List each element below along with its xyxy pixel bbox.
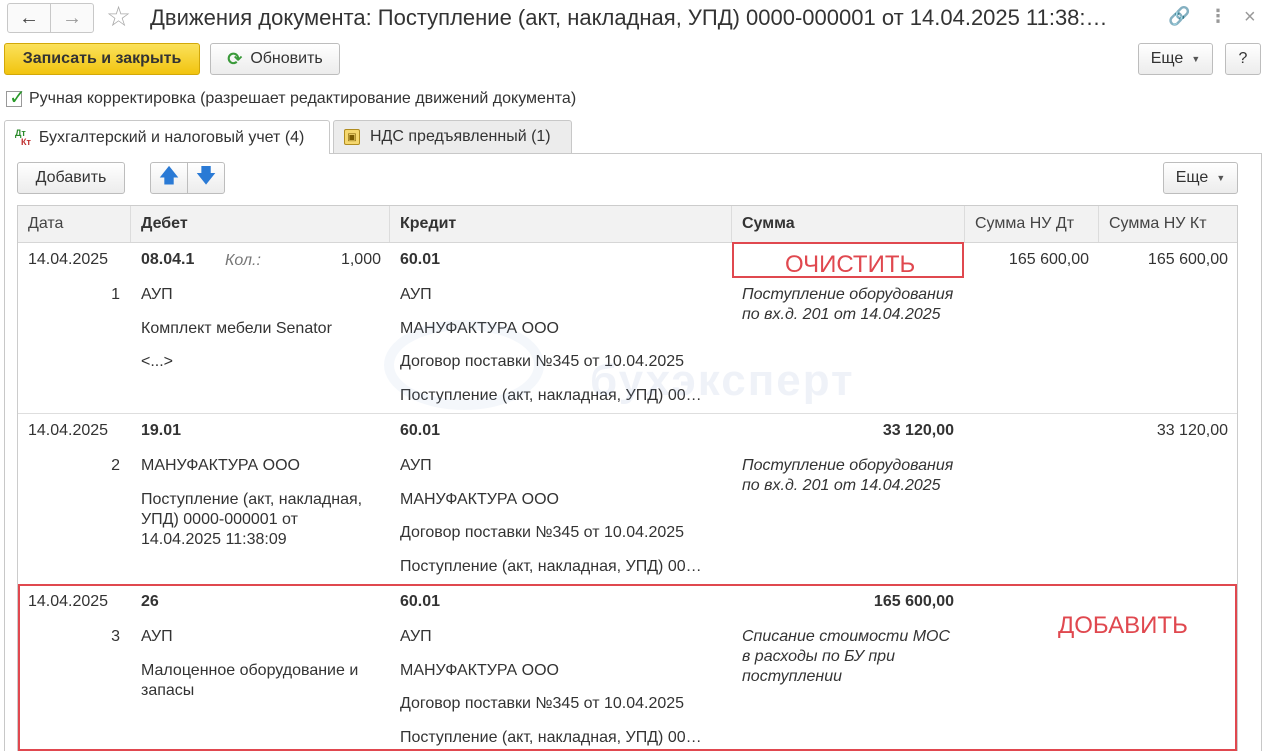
debit-subconto: МАНУФАКТУРА ООО (141, 457, 300, 474)
col-credit[interactable]: Кредит (390, 206, 732, 242)
row-number: 1 (111, 286, 120, 303)
table-header: Дата Дебет Кредит Сумма Сумма НУ Дт Сумм… (18, 206, 1237, 243)
debit-subconto: Комплект мебели Senator (141, 320, 332, 337)
add-highlight (18, 584, 1237, 751)
arrow-right-icon: → (62, 6, 82, 29)
row-date: 14.04.2025 (28, 251, 109, 268)
add-annotation: ДОБАВИТЬ (1058, 612, 1188, 639)
arrow-up-icon: 🡅 (158, 165, 180, 187)
row-content: Поступление оборудования по вх.д. 201 от… (742, 286, 954, 323)
panel-more-label: Еще (1175, 169, 1209, 186)
debit-account: 19.01 (141, 422, 182, 439)
row-sum-nu-kt: 33 120,00 (1156, 422, 1228, 439)
credit-subconto: АУП (400, 286, 432, 303)
refresh-label: Обновить (250, 50, 323, 67)
credit-subconto: МАНУФАКТУРА ООО (400, 491, 559, 508)
row-date: 14.04.2025 (28, 422, 109, 439)
credit-account: 60.01 (400, 422, 441, 439)
arrow-down-icon: 🡇 (195, 165, 217, 187)
dt-kt-icon: Дт Кт (15, 128, 31, 147)
panel-more-button[interactable]: Еще ▼ (1163, 162, 1238, 194)
watermark: бухэксперт (590, 356, 855, 405)
qty-value: 1,000 (340, 251, 381, 268)
watermark-logo (384, 320, 544, 410)
manual-edit-label[interactable]: Ручная корректировка (разрешает редактир… (29, 90, 576, 108)
qty-label: Кол.: (225, 252, 261, 269)
credit-subconto: Поступление (акт, накладная, УПД) 00… (400, 558, 702, 575)
col-debit[interactable]: Дебет (131, 206, 390, 242)
col-sum-nu-kt[interactable]: Сумма НУ Кт (1099, 206, 1237, 242)
row-sum: 33 120,00 (882, 422, 954, 439)
manual-edit-row: ✓ Ручная корректировка (разрешает редакт… (6, 87, 576, 109)
add-button[interactable]: Добавить (17, 162, 125, 194)
col-sum-nu-dt[interactable]: Сумма НУ Дт (965, 206, 1099, 242)
col-sum[interactable]: Сумма (732, 206, 965, 242)
save-and-close-button[interactable]: Записать и закрыть (4, 43, 200, 75)
tab-vat[interactable]: ▣ НДС предъявленный (1) (333, 120, 572, 154)
close-icon[interactable]: × (1244, 6, 1256, 29)
table-row[interactable]: 14.04.2025 2 19.01 МАНУФАКТУРА ООО Посту… (18, 414, 1237, 585)
star-icon[interactable]: ☆ (106, 2, 131, 32)
col-date[interactable]: Дата (18, 206, 131, 242)
arrow-left-icon: ← (19, 6, 39, 29)
tab-accounting-label: Бухгалтерский и налоговый учет (4) (38, 128, 305, 146)
title-bar: ← → ☆ Движения документа: Поступление (а… (0, 0, 1266, 38)
credit-subconto: АУП (400, 457, 432, 474)
help-button[interactable]: ? (1225, 43, 1261, 75)
debit-account: 08.04.1 (141, 251, 195, 268)
back-button[interactable]: ← (7, 3, 51, 33)
chevron-down-icon: ▼ (1191, 54, 1201, 64)
row-sum-nu-dt: 165 600,00 (1008, 251, 1089, 268)
debit-subconto: АУП (141, 286, 173, 303)
manual-edit-checkbox[interactable]: ✓ (6, 87, 26, 109)
refresh-icon: ⟳ (227, 48, 243, 69)
chevron-down-icon: ▼ (1216, 173, 1226, 183)
more-vertical-icon[interactable]: ⋮ (1209, 6, 1227, 27)
kt-label: Кт (21, 136, 31, 147)
tab-accounting[interactable]: Дт Кт Бухгалтерский и налоговый учет (4) (4, 120, 330, 154)
more-label: Еще (1150, 50, 1184, 67)
link-icon[interactable]: 🔗 (1168, 6, 1190, 27)
clear-annotation: ОЧИСТИТЬ (785, 251, 916, 278)
checkmark-icon: ✓ (9, 87, 26, 109)
credit-subconto: Договор поставки №345 от 10.04.2025 (400, 524, 685, 541)
debit-subconto: <...> (141, 353, 174, 370)
forward-button[interactable]: → (50, 3, 94, 33)
row-sum-nu-kt: 165 600,00 (1147, 251, 1228, 268)
debit-subconto: Поступление (акт, накладная, УПД) 0000-0… (141, 491, 363, 548)
window-title: Движения документа: Поступление (акт, на… (150, 5, 1108, 30)
register-icon: ▣ (344, 129, 360, 145)
tab-vat-label: НДС предъявленный (1) (370, 128, 551, 145)
credit-account: 60.01 (400, 251, 441, 268)
row-content: Поступление оборудования по вх.д. 201 от… (742, 457, 954, 494)
move-up-button[interactable]: 🡅 (150, 162, 188, 194)
more-button[interactable]: Еще ▼ (1138, 43, 1213, 75)
refresh-button[interactable]: ⟳ Обновить (210, 43, 340, 75)
row-number: 2 (111, 457, 120, 474)
move-down-button[interactable]: 🡇 (187, 162, 225, 194)
